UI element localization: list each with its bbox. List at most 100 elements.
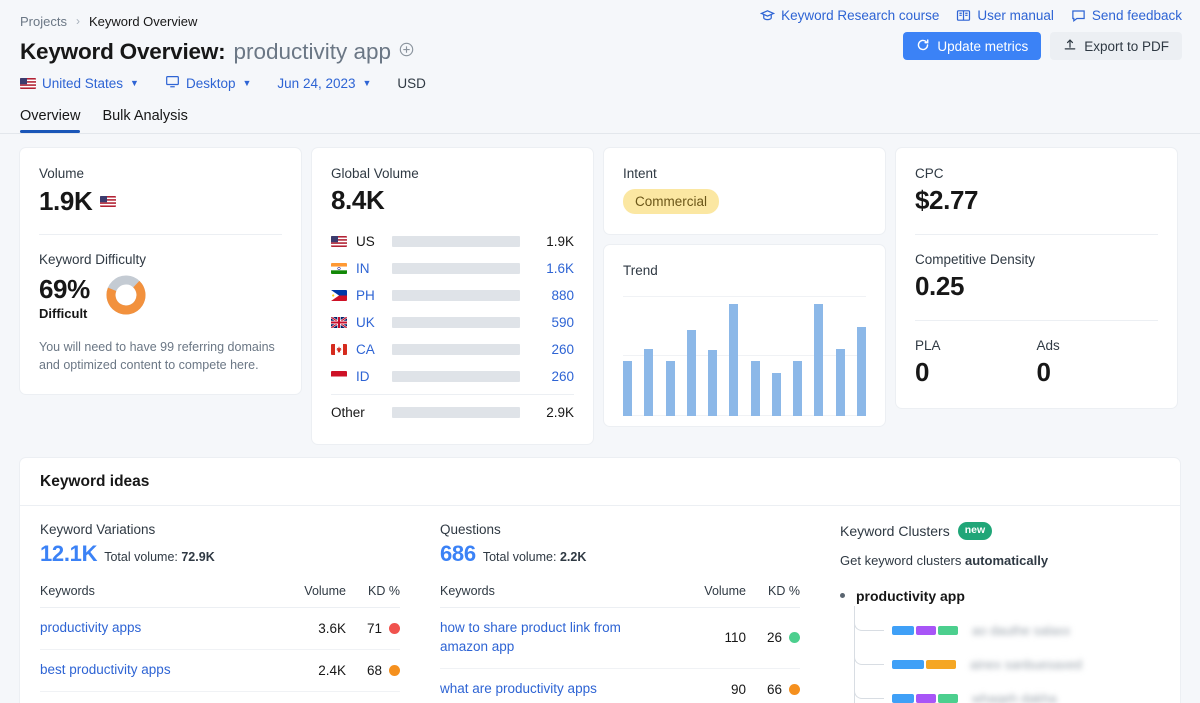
table-row[interactable]: what are productivity apps9066 xyxy=(440,668,800,703)
date-filter[interactable]: Jun 24, 2023 ▼ xyxy=(277,76,371,91)
cluster-chip xyxy=(926,660,956,669)
tab-overview[interactable]: Overview xyxy=(20,108,80,133)
trend-bar[interactable] xyxy=(708,350,717,416)
questions-metric: 686 Total volume: 2.2K xyxy=(440,541,800,567)
questions-count[interactable]: 686 xyxy=(440,541,476,567)
keyword-variations-count[interactable]: 12.1K xyxy=(40,541,97,567)
questions-total-value: 2.2K xyxy=(560,550,586,564)
table-row[interactable]: how to share product link from amazon ap… xyxy=(440,608,800,669)
book-icon xyxy=(956,8,971,23)
user-manual-link[interactable]: User manual xyxy=(956,8,1054,23)
cluster-chips xyxy=(892,660,956,669)
global-volume-row[interactable]: UK590 xyxy=(331,309,574,336)
keyword-cell[interactable]: best productivity apps xyxy=(40,649,270,691)
keyword-difficulty-level: Difficult xyxy=(39,306,90,321)
global-volume-country-list: US1.9KIN1.6KPH880UK590CA260ID260Other2.9… xyxy=(331,228,574,426)
table-row[interactable]: best productivity apps2.4K68 xyxy=(40,649,400,691)
filters-row: United States ▼ Desktop ▼ Jun 24, 2023 ▼… xyxy=(20,74,1180,92)
country-code[interactable]: US xyxy=(356,234,392,249)
tree-elbow xyxy=(854,681,884,699)
keyword-difficulty-section: Keyword Difficulty 69% Difficult You wil… xyxy=(39,252,282,374)
country-code[interactable]: IN xyxy=(356,261,392,276)
tab-bulk-analysis[interactable]: Bulk Analysis xyxy=(102,108,187,133)
cluster-item-label: ao dauthe salaxx xyxy=(972,623,1070,638)
volume-cell: 110 xyxy=(670,608,746,669)
trend-card: Trend xyxy=(603,244,886,427)
table-row[interactable]: productive app1.9K62 xyxy=(40,691,400,703)
trend-bar[interactable] xyxy=(751,361,760,416)
trend-bars xyxy=(623,296,866,416)
cluster-item-label: whaqeh dakha xyxy=(972,691,1057,703)
country-filter[interactable]: United States ▼ xyxy=(20,76,139,91)
trend-bar[interactable] xyxy=(644,349,653,416)
intent-label: Intent xyxy=(623,166,866,181)
trend-bar[interactable] xyxy=(666,361,675,416)
trend-bar[interactable] xyxy=(729,304,738,416)
chevron-down-icon: ▼ xyxy=(243,78,252,88)
bullet-icon xyxy=(840,593,845,598)
trend-chart xyxy=(623,296,866,416)
keyword-research-course-link[interactable]: Keyword Research course xyxy=(760,8,939,23)
trend-bar[interactable] xyxy=(623,361,632,416)
export-to-pdf-button[interactable]: Export to PDF xyxy=(1050,32,1182,60)
graduation-cap-icon xyxy=(760,8,775,23)
keyword-clusters-column: Keyword Clusters new Get keyword cluster… xyxy=(820,506,1178,703)
pla-block: PLA 0 xyxy=(915,338,1037,388)
country-code[interactable]: ID xyxy=(356,369,392,384)
flag-us-icon xyxy=(100,196,116,207)
column-header-volume: Volume xyxy=(670,584,746,608)
keyword-cell[interactable]: productive app xyxy=(40,691,270,703)
competitive-density-value: 0.25 xyxy=(915,271,1158,302)
kd-cell: 71 xyxy=(346,608,400,650)
breadcrumb-projects[interactable]: Projects xyxy=(20,14,67,29)
trend-bar[interactable] xyxy=(836,349,845,416)
update-metrics-button[interactable]: Update metrics xyxy=(903,32,1041,60)
country-code[interactable]: PH xyxy=(356,288,392,303)
global-volume-row[interactable]: IN1.6K xyxy=(331,255,574,282)
device-filter-label: Desktop xyxy=(186,76,236,91)
divider xyxy=(331,394,574,395)
trend-bar[interactable] xyxy=(687,330,696,416)
trend-bar[interactable] xyxy=(793,361,802,416)
country-volume-bar-track xyxy=(392,317,520,328)
tree-elbow xyxy=(854,613,884,631)
questions-total-label: Total volume: xyxy=(483,550,557,564)
pla-label: PLA xyxy=(915,338,1037,353)
volume-cell: 2.4K xyxy=(270,649,346,691)
new-badge: new xyxy=(958,522,992,540)
global-volume-row[interactable]: PH880 xyxy=(331,282,574,309)
page-title-prefix: Keyword Overview: xyxy=(20,39,225,65)
trend-bar[interactable] xyxy=(814,304,823,416)
keyword-cell[interactable]: how to share product link from amazon ap… xyxy=(440,608,670,669)
cluster-item[interactable]: ainex sanbuesaxed xyxy=(854,656,1082,674)
table-row[interactable]: productivity apps3.6K71 xyxy=(40,608,400,650)
country-code[interactable]: UK xyxy=(356,315,392,330)
column-header-volume: Volume xyxy=(270,584,346,608)
keyword-ideas-body: Keyword Variations 12.1K Total volume: 7… xyxy=(20,506,1180,703)
intent-badge[interactable]: Commercial xyxy=(623,189,719,214)
export-to-pdf-label: Export to PDF xyxy=(1084,39,1169,54)
plus-circle-icon[interactable] xyxy=(399,42,414,57)
keyword-cell[interactable]: productivity apps xyxy=(40,608,270,650)
questions-title: Questions xyxy=(440,522,800,537)
header-buttons: Update metrics Export to PDF xyxy=(903,32,1182,60)
trend-bar[interactable] xyxy=(772,373,781,416)
tree-elbow xyxy=(854,647,884,665)
global-volume-row[interactable]: CA 260 xyxy=(331,336,574,363)
pla-ads-block: PLA 0 Ads 0 xyxy=(915,338,1158,388)
country-code[interactable]: CA xyxy=(356,342,392,357)
country-volume-bar-track xyxy=(392,371,520,382)
device-filter[interactable]: Desktop ▼ xyxy=(165,74,251,92)
keyword-cell[interactable]: what are productivity apps xyxy=(440,668,670,703)
cluster-item[interactable]: ao dauthe salaxx xyxy=(854,622,1070,640)
send-feedback-link[interactable]: Send feedback xyxy=(1071,8,1182,23)
global-volume-row[interactable]: ID 260 xyxy=(331,363,574,390)
other-label: Other xyxy=(331,405,392,420)
trend-bar[interactable] xyxy=(857,327,866,416)
cluster-item[interactable]: whaqeh dakha xyxy=(854,690,1057,703)
global-volume-row[interactable]: US1.9K xyxy=(331,228,574,255)
country-volume-value: 260 xyxy=(532,342,574,357)
country-volume-value: 260 xyxy=(532,369,574,384)
currency-label: USD xyxy=(397,76,426,91)
keyword-difficulty-row: 69% Difficult xyxy=(39,273,282,322)
